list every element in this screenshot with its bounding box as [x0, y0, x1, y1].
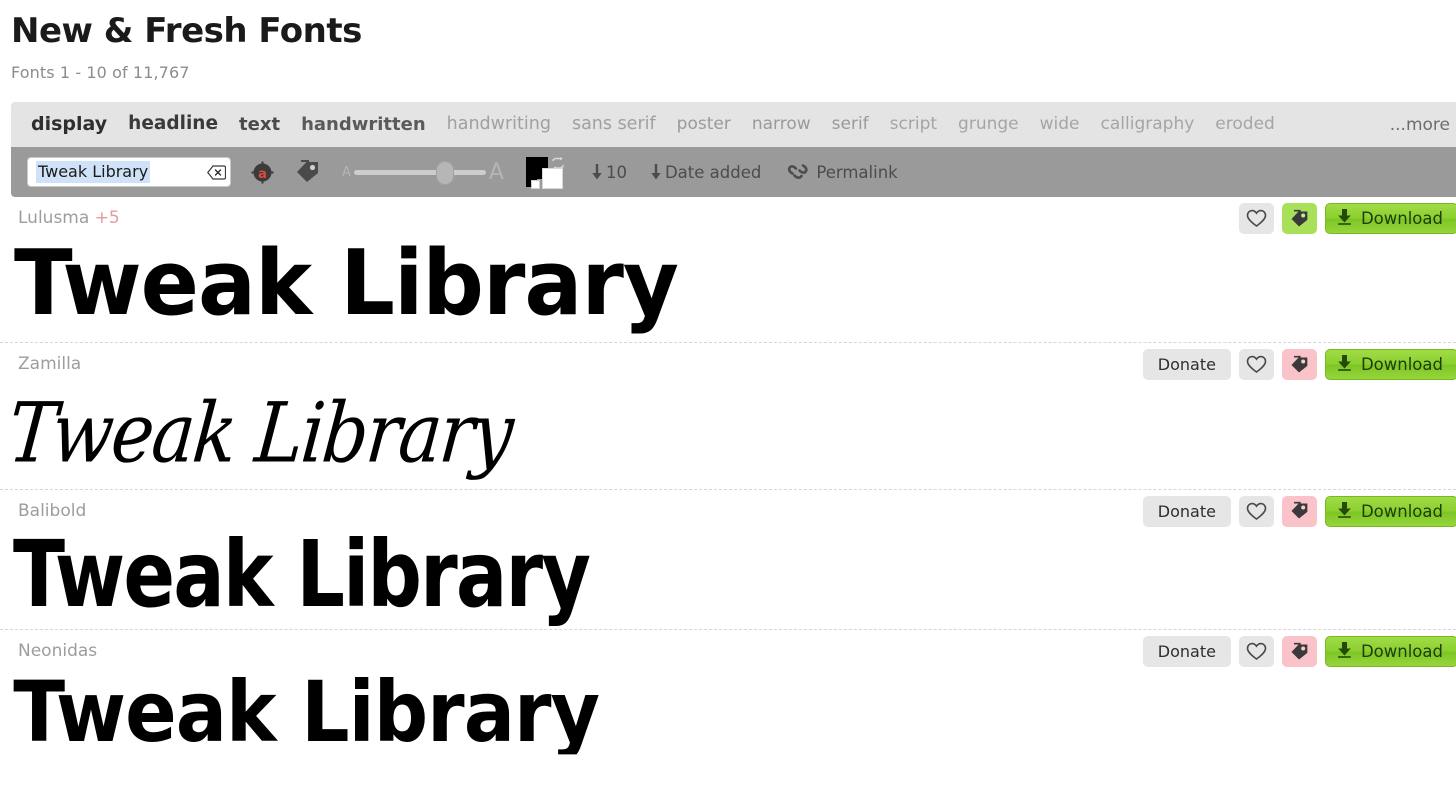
- download-arrow-icon: [1337, 641, 1352, 662]
- clear-input-icon[interactable]: [206, 164, 226, 180]
- font-meta: Lulusma +5: [0, 208, 1456, 228]
- permalink-label: Permalink: [816, 162, 898, 182]
- category-nav: display headline text handwritten handwr…: [11, 102, 1456, 148]
- sort-order-control[interactable]: Date added: [649, 163, 761, 182]
- link-icon: [787, 162, 809, 182]
- sort-down-icon: [590, 163, 604, 182]
- results-count: Fonts 1 - 10 of 11,767: [11, 63, 190, 83]
- download-arrow-icon: [1337, 501, 1352, 522]
- swap-colors-icon[interactable]: [551, 155, 565, 174]
- font-preview[interactable]: Tweak Library: [0, 228, 1456, 348]
- download-label: Download: [1360, 209, 1443, 229]
- page-title: New & Fresh Fonts: [11, 11, 362, 51]
- font-name[interactable]: Balibold: [18, 501, 86, 521]
- default-colors-icon-inner: [530, 180, 540, 190]
- preview-size-slider[interactable]: A A: [342, 160, 504, 185]
- category-tag-wide[interactable]: wide: [1040, 116, 1080, 133]
- search-input[interactable]: Tweak Library: [27, 157, 231, 188]
- category-tag-narrow[interactable]: narrow: [752, 116, 811, 133]
- font-preview[interactable]: Tweak Library: [0, 375, 1456, 506]
- font-name[interactable]: Neonidas: [18, 641, 97, 661]
- font-row: Balibold Donate Download Tweak Library: [0, 490, 1456, 631]
- font-name[interactable]: Zamilla: [18, 354, 81, 374]
- font-list: Lulusma +5 Download Tweak Library Zamill…: [0, 197, 1456, 754]
- category-more-link[interactable]: ...more: [1390, 115, 1450, 135]
- preview-toolbar: Tweak Library a A A 10 Date added Permal…: [11, 147, 1456, 198]
- slider-track[interactable]: [353, 160, 486, 185]
- sort-down-icon: [649, 163, 663, 182]
- tag-filter-icon[interactable]: [294, 160, 320, 184]
- page-header: New & Fresh Fonts Fonts 1 - 10 of 11,767: [0, 0, 1456, 82]
- font-preview[interactable]: Tweak Library: [0, 521, 1354, 642]
- download-arrow-icon: [1337, 354, 1352, 375]
- slider-min-label: A: [342, 164, 351, 180]
- color-swatches[interactable]: [525, 155, 568, 190]
- sort-order-label: Date added: [664, 162, 762, 182]
- category-tag-display[interactable]: display: [31, 115, 107, 134]
- category-tag-headline[interactable]: headline: [128, 115, 218, 134]
- font-row: Zamilla Donate Download Tweak Library: [0, 343, 1456, 490]
- font-preview[interactable]: Tweak Library: [0, 662, 1383, 754]
- download-label: Download: [1360, 501, 1443, 521]
- category-tag-handwriting[interactable]: handwriting: [447, 115, 551, 134]
- font-row: Lulusma +5 Download Tweak Library: [0, 197, 1456, 344]
- results-per-page-control[interactable]: 10: [590, 163, 627, 182]
- font-extra-styles[interactable]: +5: [95, 208, 120, 228]
- category-tag-poster[interactable]: poster: [677, 116, 731, 133]
- download-label: Download: [1360, 355, 1443, 375]
- category-tag-script[interactable]: script: [890, 116, 937, 133]
- slider-knob[interactable]: [435, 160, 454, 185]
- font-row: Neonidas Donate Download Tweak Library: [0, 630, 1456, 754]
- category-tag-text[interactable]: text: [239, 115, 280, 134]
- category-tag-handwritten[interactable]: handwritten: [301, 115, 426, 134]
- download-arrow-icon: [1337, 208, 1352, 229]
- font-name[interactable]: Lulusma: [18, 208, 89, 228]
- download-label: Download: [1360, 642, 1443, 662]
- search-input-value: Tweak Library: [36, 161, 151, 184]
- permalink-control[interactable]: Permalink: [787, 162, 898, 182]
- svg-text:a: a: [258, 167, 267, 182]
- category-tag-serif[interactable]: serif: [832, 116, 869, 133]
- custom-text-target-icon[interactable]: a: [251, 161, 274, 184]
- category-tag-sans-serif[interactable]: sans serif: [572, 115, 656, 134]
- category-tag-calligraphy[interactable]: calligraphy: [1101, 116, 1195, 133]
- category-tag-grunge[interactable]: grunge: [958, 116, 1019, 133]
- slider-max-label: A: [488, 159, 504, 185]
- category-tag-eroded[interactable]: eroded: [1215, 116, 1275, 133]
- results-per-page-label: 10: [605, 162, 627, 182]
